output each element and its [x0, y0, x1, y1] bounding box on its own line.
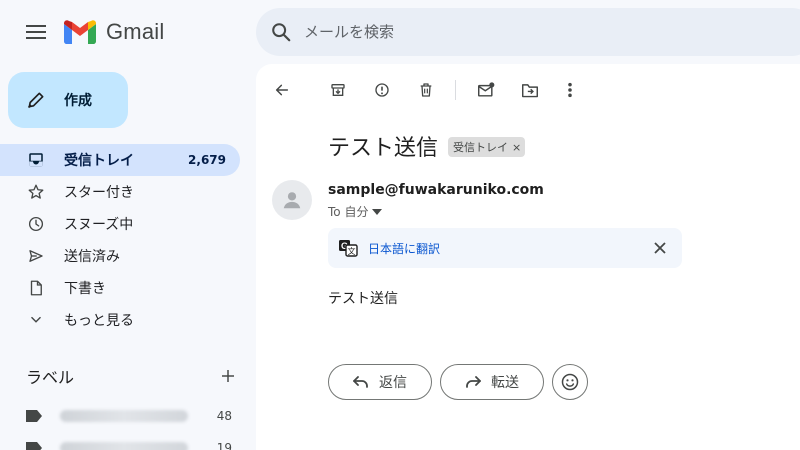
trash-icon	[420, 83, 432, 97]
chevron-down-icon	[26, 310, 46, 330]
label-name-redacted	[60, 410, 188, 422]
search-input[interactable]	[304, 23, 704, 41]
star-icon	[26, 182, 46, 202]
compose-button[interactable]: 作成	[8, 72, 128, 128]
mark-unread-icon	[478, 82, 495, 97]
recipient-details-toggle[interactable]: To 自分	[328, 203, 383, 220]
reply-button[interactable]: 返信	[328, 364, 432, 400]
sidebar-item-inbox[interactable]: 受信トレイ 2,679	[0, 144, 240, 176]
back-button[interactable]	[268, 76, 296, 104]
message-body: テスト送信	[328, 291, 398, 307]
labels-title: ラベル	[26, 368, 75, 387]
move-to-folder-icon	[522, 84, 538, 98]
svg-text:文: 文	[348, 246, 356, 256]
search-icon[interactable]	[270, 21, 292, 43]
translate-icon: G文	[339, 240, 358, 257]
chip-remove-button[interactable]: ×	[512, 141, 521, 154]
sidebar-item-starred[interactable]: スター付き	[0, 176, 240, 208]
gmail-m-icon	[64, 20, 96, 44]
label-item[interactable]: 19	[26, 436, 232, 450]
forward-icon	[466, 376, 481, 388]
sender-avatar[interactable]	[272, 180, 312, 220]
app-name: Gmail	[106, 19, 165, 44]
forward-label: 転送	[491, 375, 519, 391]
sidebar-item-sent[interactable]: 送信済み	[0, 240, 240, 272]
report-spam-button[interactable]	[368, 76, 396, 104]
sidebar-item-snoozed[interactable]: スヌーズ中	[0, 208, 240, 240]
compose-label: 作成	[64, 93, 92, 109]
gmail-logo[interactable]: Gmail	[64, 19, 164, 45]
reply-label: 返信	[379, 375, 407, 391]
sidebar-item-more[interactable]: もっと見る	[0, 304, 240, 336]
more-options-button[interactable]	[556, 76, 584, 104]
inbox-icon	[26, 150, 46, 170]
send-icon	[26, 246, 46, 266]
sidebar-item-label: 送信済み	[64, 249, 120, 265]
subject-title: テスト送信	[328, 136, 439, 161]
sender-email[interactable]: sample@fuwakaruniko.com	[328, 182, 544, 198]
smiley-icon	[561, 373, 579, 391]
sidebar-item-label: スター付き	[64, 185, 134, 201]
label-tag-icon	[26, 410, 42, 422]
chip-label: 受信トレイ	[453, 141, 509, 154]
arrow-left-icon	[275, 84, 289, 96]
label-item[interactable]: 48	[26, 404, 232, 428]
mark-unread-button[interactable]	[472, 76, 500, 104]
label-tag-icon	[26, 442, 42, 450]
person-icon	[283, 192, 301, 209]
labels-section-header: ラベル	[26, 364, 236, 388]
archive-button[interactable]	[324, 76, 352, 104]
label-name-redacted	[60, 442, 188, 450]
caret-down-icon	[372, 208, 383, 215]
sidebar-item-label: スヌーズ中	[64, 217, 134, 233]
main-menu-button[interactable]	[20, 16, 52, 48]
toolbar-divider	[455, 80, 456, 100]
translate-link[interactable]: 日本語に翻訳	[368, 240, 440, 257]
close-icon	[654, 242, 666, 254]
archive-icon	[331, 84, 345, 96]
reply-icon	[353, 376, 368, 388]
draft-icon	[26, 278, 46, 298]
clock-icon	[26, 214, 46, 234]
subject-line: テスト送信 受信トレイ ×	[328, 130, 526, 162]
report-spam-icon	[375, 83, 389, 97]
forward-button[interactable]: 転送	[440, 364, 544, 400]
sidebar-item-label: 下書き	[64, 281, 106, 297]
unread-count: 2,679	[188, 153, 226, 167]
sidebar-item-drafts[interactable]: 下書き	[0, 272, 240, 304]
translate-banner: G文 日本語に翻訳	[328, 228, 682, 268]
move-to-button[interactable]	[516, 76, 544, 104]
label-count: 48	[216, 409, 232, 423]
pencil-icon	[27, 92, 44, 109]
search-bar[interactable]	[256, 8, 800, 56]
sidebar-nav: 受信トレイ 2,679 スター付き スヌーズ中 送信済み 下書き もっと見る	[0, 144, 256, 336]
inbox-label-chip[interactable]: 受信トレイ ×	[448, 137, 526, 157]
label-count: 19	[216, 441, 232, 450]
message-pane: テスト送信 受信トレイ × sample@fuwakaruniko.com To…	[256, 64, 800, 450]
emoji-reaction-button[interactable]	[552, 364, 588, 400]
sidebar-item-label: もっと見る	[64, 313, 134, 329]
add-label-icon[interactable]	[220, 368, 236, 384]
delete-button[interactable]	[412, 76, 440, 104]
more-vert-icon	[568, 82, 572, 98]
sidebar-item-label: 受信トレイ	[64, 153, 134, 169]
translate-close-button[interactable]	[650, 238, 670, 258]
hamburger-menu-icon	[26, 25, 46, 39]
recipient-label: To 自分	[328, 205, 369, 219]
